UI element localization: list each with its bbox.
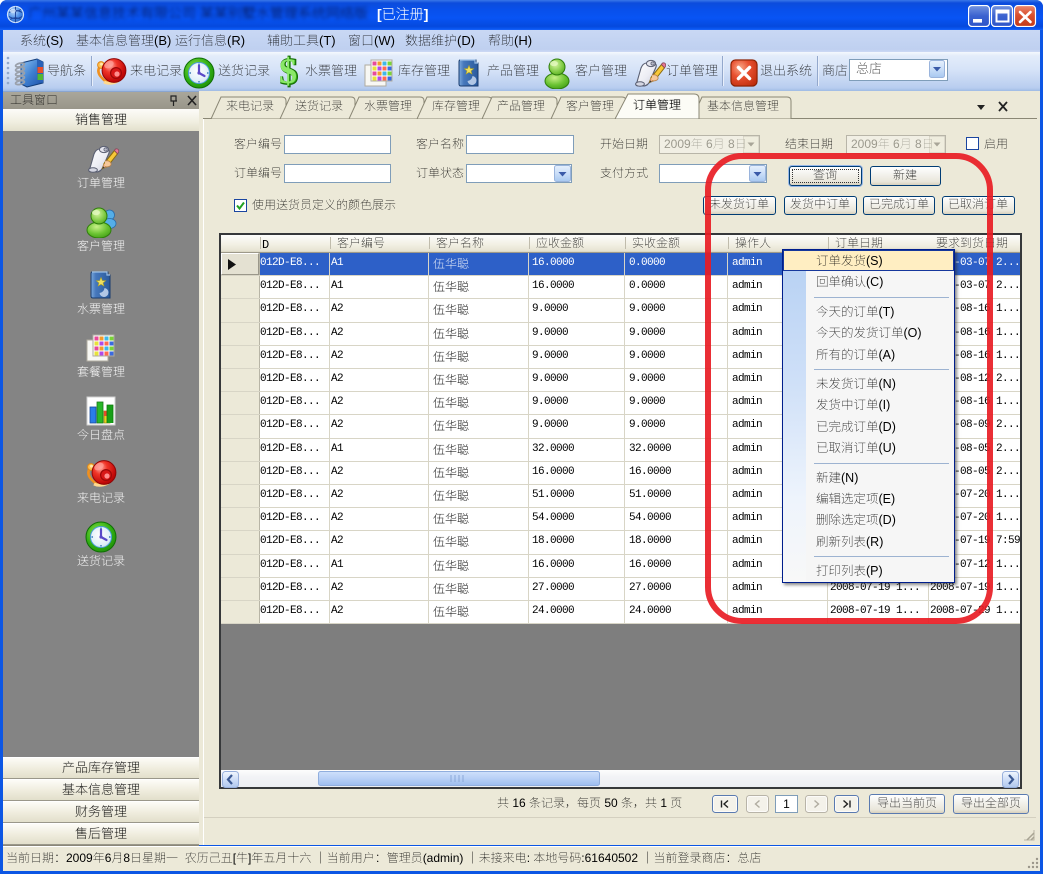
svg-text:]: ]: [248, 851, 251, 865]
svg-text::: :: [527, 851, 534, 865]
svg-text:(H): (H): [514, 33, 532, 48]
svg-text:(D): (D): [457, 33, 475, 48]
svg-text:1: 1: [657, 796, 670, 810]
svg-text:2009: 2009: [664, 137, 691, 151]
svg-text:(S): (S): [46, 33, 63, 48]
svg-text:6: 6: [105, 851, 112, 865]
svg-text:$: $: [279, 54, 297, 90]
svg-text:50: 50: [601, 796, 621, 810]
svg-text:(T): (T): [319, 33, 336, 48]
svg-text:[: [: [233, 851, 237, 865]
svg-text::61640502: :61640502: [581, 851, 641, 865]
svg-text:8: 8: [123, 851, 130, 865]
svg-text:2009: 2009: [66, 851, 93, 865]
svg-text:(R): (R): [227, 33, 245, 48]
svg-text:]: ]: [424, 6, 429, 22]
svg-text:(W): (W): [374, 33, 395, 48]
svg-text:(B): (B): [154, 33, 171, 48]
svg-text:(admin): (admin): [423, 851, 467, 865]
svg-text:[: [: [377, 6, 382, 22]
svg-text:16: 16: [509, 796, 529, 810]
